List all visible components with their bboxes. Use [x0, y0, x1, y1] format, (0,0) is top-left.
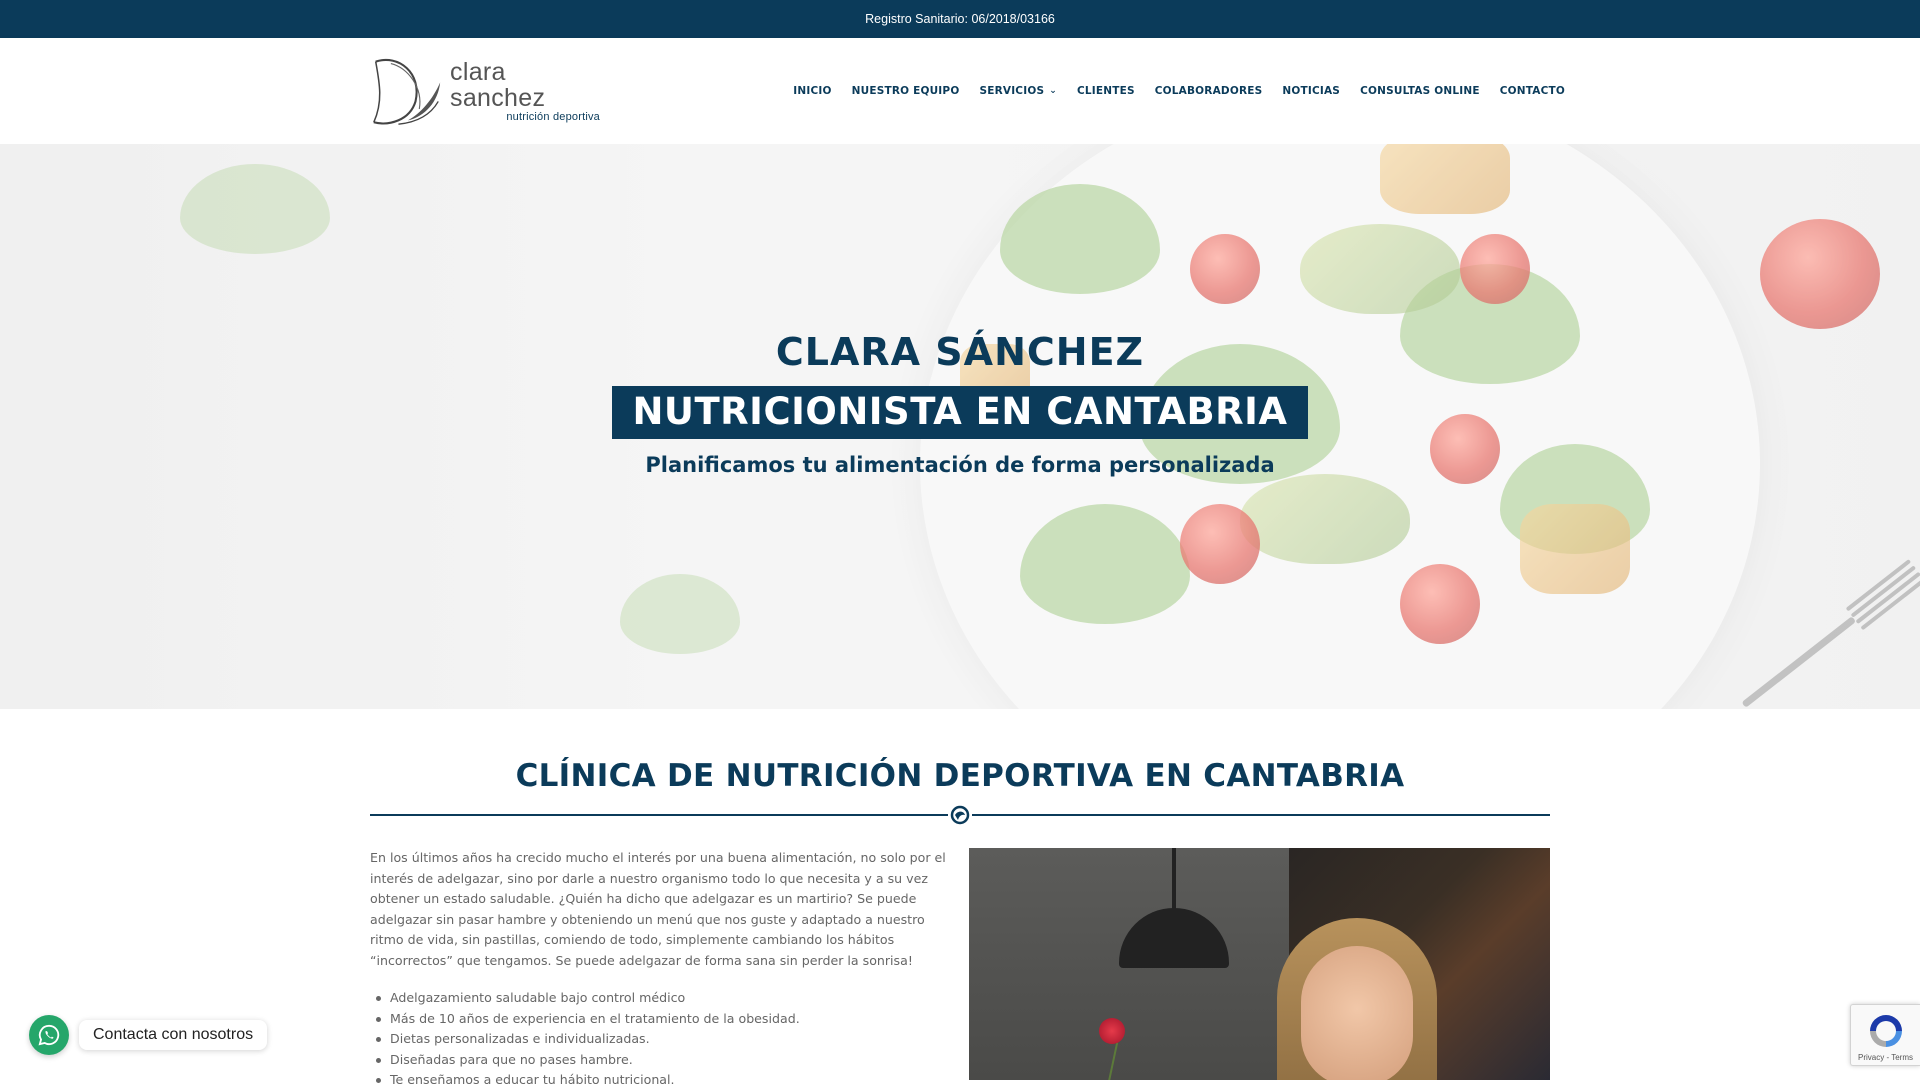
photo-flower [1099, 1018, 1125, 1044]
recaptcha-links[interactable]: Privacy - Terms [1858, 1053, 1913, 1062]
logo-name: clara sanchez [450, 58, 546, 112]
nav-label: SERVICIOS [979, 85, 1045, 97]
nav-label: CONTACTO [1499, 85, 1565, 97]
nav-item-servicios[interactable]: SERVICIOS ⌄ [979, 85, 1057, 97]
section-title: CLÍNICA DE NUTRICIÓN DEPORTIVA EN CANTAB… [515, 758, 1405, 794]
intro-paragraph: En los últimos años ha crecido mucho el … [370, 850, 946, 968]
list-item: Dietas personalizadas e individualizadas… [370, 1029, 948, 1050]
nav-label: INICIO [793, 85, 832, 97]
whatsapp-chat-widget[interactable]: Contacta con nosotros [29, 1015, 268, 1055]
nav-item-inicio[interactable]: INICIO [793, 85, 831, 97]
list-item: Adelgazamiento saludable bajo control mé… [370, 988, 948, 1009]
site-header: clara sanchez nutrición deportiva INICIO… [0, 38, 1920, 144]
chevron-down-icon: ⌄ [1049, 86, 1057, 96]
nav-item-consultas-online[interactable]: CONSULTAS ONLINE [1360, 85, 1480, 97]
hero-tagline: Planificamos tu alimentación de forma pe… [645, 453, 1275, 477]
top-bar: Registro Sanitario: 06/2018/03166 [0, 0, 1920, 38]
hero-banner: CLARA SÁNCHEZ NUTRICIONISTA EN CANTABRIA… [0, 144, 1920, 709]
whatsapp-icon[interactable] [29, 1015, 69, 1055]
benefits-list: Adelgazamiento saludable bajo control mé… [370, 988, 948, 1091]
photo-lamp-cord [1172, 848, 1176, 910]
site-logo[interactable]: clara sanchez nutrición deportiva [370, 52, 600, 130]
hero-subtitle: NUTRICIONISTA EN CANTABRIA [612, 386, 1308, 439]
registro-sanitario-text: Registro Sanitario: 06/2018/03166 [865, 12, 1055, 26]
hero-title: CLARA SÁNCHEZ [775, 330, 1145, 374]
photo-person-face [1301, 946, 1413, 1080]
list-item: Diseñadas para que no pases hambre. [370, 1050, 948, 1071]
hero-content: CLARA SÁNCHEZ NUTRICIONISTA EN CANTABRIA… [0, 144, 1920, 709]
chat-label[interactable]: Contacta con nosotros [79, 1020, 268, 1050]
list-item: Más de 10 años de experiencia en el trat… [370, 1009, 948, 1030]
nutritionist-photo [969, 848, 1550, 1080]
section-divider [370, 805, 1550, 825]
nav-label: COLABORADORES [1154, 85, 1263, 97]
recaptcha-badge[interactable]: Privacy - Terms [1850, 1004, 1920, 1066]
nav-label: NUESTRO EQUIPO [851, 85, 960, 97]
nav-item-contacto[interactable]: CONTACTO [1500, 85, 1565, 97]
nav-label: CONSULTAS ONLINE [1360, 85, 1480, 97]
nav-item-colaboradores[interactable]: COLABORADORES [1155, 85, 1263, 97]
nav-label: NOTICIAS [1282, 85, 1341, 97]
nav-label: CLIENTES [1076, 85, 1135, 97]
nav-item-nuestro-equipo[interactable]: NUESTRO EQUIPO [852, 85, 960, 97]
nav-item-clientes[interactable]: CLIENTES [1077, 85, 1135, 97]
logo-leaf-icon [373, 59, 441, 125]
logo-subtitle: nutrición deportiva [506, 111, 600, 123]
recaptcha-icon [1869, 1015, 1902, 1047]
main-nav: INICIO NUESTRO EQUIPO SERVICIOS ⌄ CLIENTE… [793, 38, 1565, 144]
nav-item-noticias[interactable]: NOTICIAS [1282, 85, 1340, 97]
list-item: Te enseñamos a educar tu hábito nutricio… [370, 1070, 948, 1091]
divider-logo-icon [948, 805, 972, 825]
